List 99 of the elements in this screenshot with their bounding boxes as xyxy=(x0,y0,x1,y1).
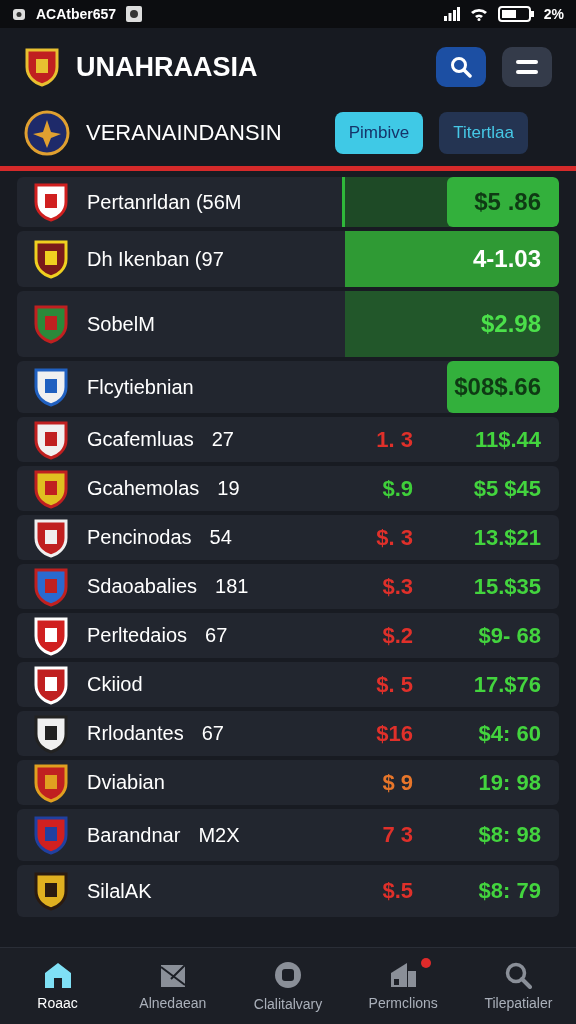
team-name: Flcytiebnian xyxy=(87,375,194,399)
team-name: Rrlodantes xyxy=(87,722,184,745)
price-value: $8: 98 xyxy=(477,822,542,848)
home-icon xyxy=(42,961,73,989)
crest-icon xyxy=(33,468,69,509)
price-value: $8: 79 xyxy=(477,878,542,904)
team-row[interactable]: SobelM $2.98 xyxy=(17,291,559,357)
price-value: 11$.44 xyxy=(473,426,542,453)
battery-percent: 2% xyxy=(543,6,564,22)
team-row[interactable]: Gcafemluas 27 1. 3 11$.44 xyxy=(17,417,559,462)
search-icon xyxy=(450,56,472,78)
team-row[interactable]: SilalAK $.5 $8: 79 xyxy=(17,865,559,917)
status-time: ACAtber657 xyxy=(36,6,117,22)
crest-icon xyxy=(33,815,69,855)
team-name: Dh Ikenban (97 xyxy=(87,247,224,271)
team-row[interactable]: Flcytiebnian $08$.66 xyxy=(17,361,559,413)
team-name: Pertanrldan (56M xyxy=(87,190,242,214)
crest-icon xyxy=(33,239,69,279)
team-number: 54 xyxy=(209,526,232,549)
team-name: SobelM xyxy=(87,312,155,336)
crest-icon xyxy=(33,419,69,460)
team-name: Ckiiod xyxy=(87,673,143,696)
crest-icon xyxy=(33,182,69,222)
filter-tab[interactable]: Pimbive xyxy=(334,112,424,154)
nav-tab[interactable]: Tilepatialer xyxy=(460,948,576,1024)
nav-tab[interactable]: Permclions xyxy=(345,948,461,1024)
price-value: $4: 60 xyxy=(477,720,542,747)
team-row[interactable]: Pertanrldan (56M $5 .86 xyxy=(17,177,559,227)
team-name: Perltedaios xyxy=(87,624,188,647)
price-value: $5 $45 xyxy=(472,475,542,502)
menu-icon xyxy=(516,60,538,74)
menu-button[interactable] xyxy=(502,47,552,87)
team-row[interactable]: Pencinodas 54 $. 3 13.$21 xyxy=(17,515,559,560)
team-row[interactable]: Dviabian $ 9 19: 98 xyxy=(17,760,559,805)
price-change: $.9 xyxy=(382,475,413,502)
price-value: $2.98 xyxy=(479,309,542,339)
team-number: 19 xyxy=(217,477,240,500)
crest-icon xyxy=(33,713,69,754)
team-name: Barandnar xyxy=(87,823,181,847)
team-row[interactable]: Barandnar M2X 7 3 $8: 98 xyxy=(17,809,559,861)
price-change: $16 xyxy=(376,720,413,747)
battery-icon xyxy=(497,6,534,22)
team-name: Dviabian xyxy=(87,771,165,794)
crest-icon xyxy=(33,517,69,558)
signal-icon xyxy=(443,7,460,21)
building-icon xyxy=(389,961,418,989)
price-change: $.5 xyxy=(382,878,413,904)
team-row[interactable]: Rrlodantes 67 $16 $4: 60 xyxy=(17,711,559,756)
crest-icon xyxy=(33,367,69,407)
price-value: 15.$35 xyxy=(472,573,542,600)
crest-icon xyxy=(33,762,69,803)
price-value: 17.$76 xyxy=(472,671,542,698)
team-name: Gcahemolas xyxy=(87,477,200,500)
price-change: 7 3 xyxy=(382,822,413,848)
crest-icon xyxy=(33,871,69,911)
crest-icon xyxy=(33,304,69,344)
team-number: 27 xyxy=(211,428,234,451)
filter-tab[interactable]: Titertlaa xyxy=(439,112,528,154)
league-title: VERANAINDANSIN xyxy=(86,120,282,146)
team-row[interactable]: Gcahemolas 19 $.9 $5 $45 xyxy=(17,466,559,511)
price-change: $. 3 xyxy=(376,524,413,551)
team-name: Sdaoabalies xyxy=(87,575,198,598)
price-value: 19: 98 xyxy=(477,769,542,796)
crest-icon xyxy=(24,110,70,156)
nav-tab[interactable]: Clalitalvary xyxy=(230,948,346,1024)
team-row[interactable]: Sdaoabalies 181 $.3 15.$35 xyxy=(17,564,559,609)
nav-tab[interactable]: Alnedaean xyxy=(115,948,231,1024)
search-button[interactable] xyxy=(436,47,486,87)
price-value: $9- 68 xyxy=(477,622,542,649)
wifi-icon xyxy=(469,7,488,21)
team-number: 67 xyxy=(201,722,224,745)
price-change: $.2 xyxy=(382,622,413,649)
team-name: SilalAK xyxy=(87,879,152,903)
price-change: 1. 3 xyxy=(376,426,413,453)
team-number: M2X xyxy=(198,823,240,847)
price-change: $. 5 xyxy=(376,671,413,698)
team-number: 67 xyxy=(205,624,228,647)
team-name: Pencinodas xyxy=(87,526,192,549)
nav-tab[interactable]: Roaac xyxy=(0,948,116,1024)
app-title: UNAHRAASIA xyxy=(76,51,258,83)
notification-icon xyxy=(126,6,143,22)
search-icon xyxy=(504,961,533,989)
team-row[interactable]: Dh Ikenban (97 4-1.03 xyxy=(17,231,559,287)
price-value: $08$.66 xyxy=(447,361,559,413)
ball-icon xyxy=(273,960,303,990)
camera-icon xyxy=(12,7,26,21)
price-change: $ 9 xyxy=(382,769,413,796)
price-value: $5 .86 xyxy=(447,177,559,227)
crest-icon xyxy=(33,566,69,607)
crest-icon xyxy=(24,47,60,87)
price-value: 13.$21 xyxy=(472,524,542,551)
team-number: 181 xyxy=(215,575,249,598)
price-change: $.3 xyxy=(382,573,413,600)
price-value: 4-1.03 xyxy=(471,244,542,274)
team-row[interactable]: Perltedaios 67 $.2 $9- 68 xyxy=(17,613,559,658)
crest-icon xyxy=(33,615,69,656)
crest-icon xyxy=(33,664,69,705)
team-row[interactable]: Ckiiod $. 5 17.$76 xyxy=(17,662,559,707)
team-name: Gcafemluas xyxy=(87,428,194,451)
